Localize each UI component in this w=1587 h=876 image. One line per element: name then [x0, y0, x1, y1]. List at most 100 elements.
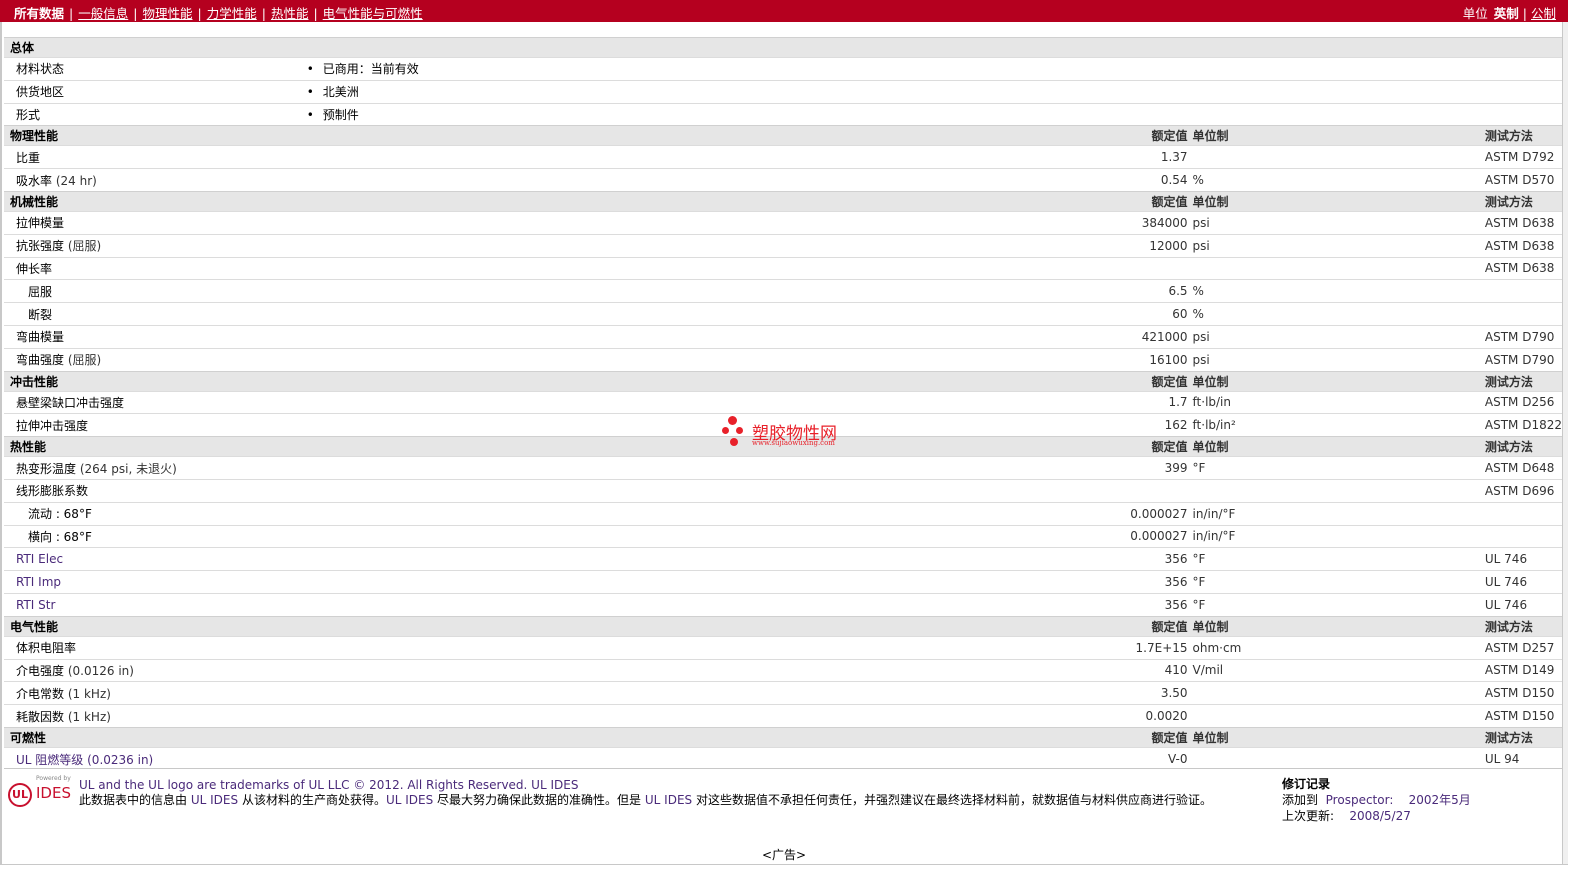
- table-row: 耗散因数 (1 kHz) 0.0020 ASTM D150: [4, 704, 1562, 728]
- frame-left-border: [0, 22, 2, 864]
- test-method: [1484, 501, 1562, 526]
- col-rated: 额定值: [306, 190, 1193, 212]
- nav-mechanical[interactable]: 力学性能: [207, 6, 257, 21]
- table-row: 流动 : 68°F 0.000027 in/in/°F: [4, 501, 1562, 526]
- property-unit: %: [1192, 279, 1485, 303]
- added-label: 添加到: [1282, 793, 1319, 807]
- col-method: 测试方法: [1484, 370, 1562, 392]
- property-value: 0.000027: [306, 501, 1193, 526]
- table-row: 形式 预制件: [4, 102, 1562, 126]
- property-condition: (0.0236 in): [87, 752, 154, 767]
- ad-label: <广告>: [762, 848, 807, 862]
- property-label: RTI Str: [16, 597, 56, 612]
- property-label: 屈服: [28, 284, 53, 299]
- section-nav: 所有数据 | 一般信息 | 物理性能 | 力学性能 | 热性能 | 电气性能与可燃性: [14, 6, 423, 21]
- property-value: 384000: [306, 210, 1193, 235]
- col-method: 测试方法: [1484, 190, 1562, 212]
- test-method: ASTM D790: [1484, 347, 1562, 372]
- property-label: 线形膨胀系数: [16, 484, 89, 499]
- table-row: 介电常数 (1 kHz) 3.50 ASTM D150: [4, 681, 1562, 705]
- property-unit: psi: [1192, 324, 1485, 349]
- added-date: 2002年5月: [1408, 793, 1471, 807]
- property-value: 421000: [306, 324, 1193, 349]
- table-row: RTI Elec 356 °F UL 746: [4, 547, 1562, 571]
- table-row: 屈服 6.5 %: [4, 279, 1562, 303]
- property-value: [306, 256, 1193, 280]
- section-header-electrical: 电气性能 额定值 单位制 测试方法: [4, 615, 1562, 637]
- col-unit: 单位制: [1192, 615, 1485, 637]
- property-label: 介电常数: [16, 686, 65, 701]
- unit-metric[interactable]: 公制: [1531, 6, 1556, 21]
- table-row: 悬壁梁缺口冲击强度 1.7 ft·lb/in ASTM D256: [4, 390, 1562, 414]
- property-unit: %: [1192, 302, 1485, 326]
- table-row: 弯曲强度 (屈服) 16100 psi ASTM D790: [4, 347, 1562, 372]
- test-method: UL 746: [1484, 570, 1562, 594]
- section-title: 冲击性能: [4, 370, 307, 392]
- property-label: 弯曲模量: [16, 330, 65, 345]
- section-title: 电气性能: [4, 615, 307, 637]
- property-unit: °F: [1192, 547, 1485, 571]
- test-method: ASTM D257: [1484, 635, 1562, 660]
- test-method: ASTM D150: [1484, 681, 1562, 705]
- property-label: 介电强度: [16, 663, 65, 678]
- property-label: 材料状态: [4, 57, 307, 81]
- property-value: 0.54: [306, 168, 1193, 192]
- property-unit: [1192, 704, 1485, 728]
- property-condition: (0.0126 in): [67, 663, 134, 678]
- property-value: 1.7: [306, 390, 1193, 414]
- property-condition: (24 hr): [55, 173, 97, 188]
- property-value: 356: [306, 570, 1193, 594]
- nav-general-info[interactable]: 一般信息: [78, 6, 128, 21]
- property-label: 悬壁梁缺口冲击强度: [16, 395, 125, 410]
- property-label: 断裂: [28, 307, 53, 322]
- test-method: ASTM D696: [1484, 478, 1562, 503]
- section-title: 可燃性: [4, 726, 307, 748]
- table-row: 体积电阻率 1.7E+15 ohm·cm ASTM D257: [4, 635, 1562, 660]
- property-condition: (264 psi, 未退火): [79, 461, 177, 476]
- section-title: 热性能: [4, 436, 307, 457]
- updated-label: 上次更新:: [1282, 809, 1335, 823]
- property-value: 410: [306, 658, 1193, 682]
- table-row: 比重 1.37 ASTM D792: [4, 145, 1562, 169]
- table-row: 抗张强度 (屈服) 12000 psi ASTM D638: [4, 233, 1562, 258]
- property-label: 供货地区: [4, 79, 307, 104]
- property-condition: (屈服): [67, 239, 102, 254]
- table-row: UL 阻燃等级 (0.0236 in) V-0 UL 94: [4, 746, 1562, 771]
- section-header-impact: 冲击性能 额定值 单位制 测试方法: [4, 370, 1562, 392]
- nav-physical[interactable]: 物理性能: [142, 6, 192, 21]
- test-method: UL 94: [1484, 746, 1562, 771]
- scroll-area: [1568, 0, 1587, 876]
- watermark-dot-icon: [722, 427, 729, 434]
- col-method: 测试方法: [1484, 726, 1562, 748]
- property-label: 伸长率: [16, 261, 53, 276]
- powered-by: Powered by: [36, 775, 71, 782]
- property-unit: V/mil: [1192, 658, 1485, 682]
- col-rated: 额定值: [306, 370, 1193, 392]
- property-label: 耗散因数: [16, 709, 65, 724]
- property-label: RTI Elec: [16, 552, 64, 567]
- property-value: 0.000027: [306, 524, 1193, 548]
- col-unit: 单位制: [1192, 190, 1485, 212]
- table-row: 供货地区 北美洲: [4, 79, 1562, 104]
- property-value: 1.37: [306, 145, 1193, 169]
- property-value: V-0: [306, 746, 1193, 771]
- test-method: ASTM D790: [1484, 324, 1562, 349]
- property-unit: °F: [1192, 456, 1485, 480]
- property-value: 3.50: [306, 681, 1193, 705]
- test-method: ASTM D256: [1484, 390, 1562, 414]
- nav-electrical-flammability[interactable]: 电气性能与可燃性: [323, 6, 423, 21]
- property-label: 横向 : 68°F: [28, 529, 92, 544]
- section-header-physical: 物理性能 额定值 单位制 测试方法: [4, 125, 1562, 146]
- top-nav-bar: 所有数据 | 一般信息 | 物理性能 | 力学性能 | 热性能 | 电气性能与可燃性 单位 英制 | 公制: [0, 0, 1568, 22]
- property-unit: [1192, 256, 1485, 280]
- bullet-value: 北美洲: [307, 85, 359, 99]
- property-value: 356: [306, 547, 1193, 571]
- section-header-flammability: 可燃性 额定值 单位制 测试方法: [4, 726, 1562, 748]
- nav-all-data[interactable]: 所有数据: [14, 6, 64, 21]
- col-method: 测试方法: [1484, 125, 1562, 146]
- nav-thermal[interactable]: 热性能: [271, 6, 309, 21]
- property-value: 356: [306, 592, 1193, 617]
- unit-imperial[interactable]: 英制: [1494, 6, 1519, 21]
- property-condition: (1 kHz): [67, 709, 111, 724]
- property-unit: °F: [1192, 592, 1485, 617]
